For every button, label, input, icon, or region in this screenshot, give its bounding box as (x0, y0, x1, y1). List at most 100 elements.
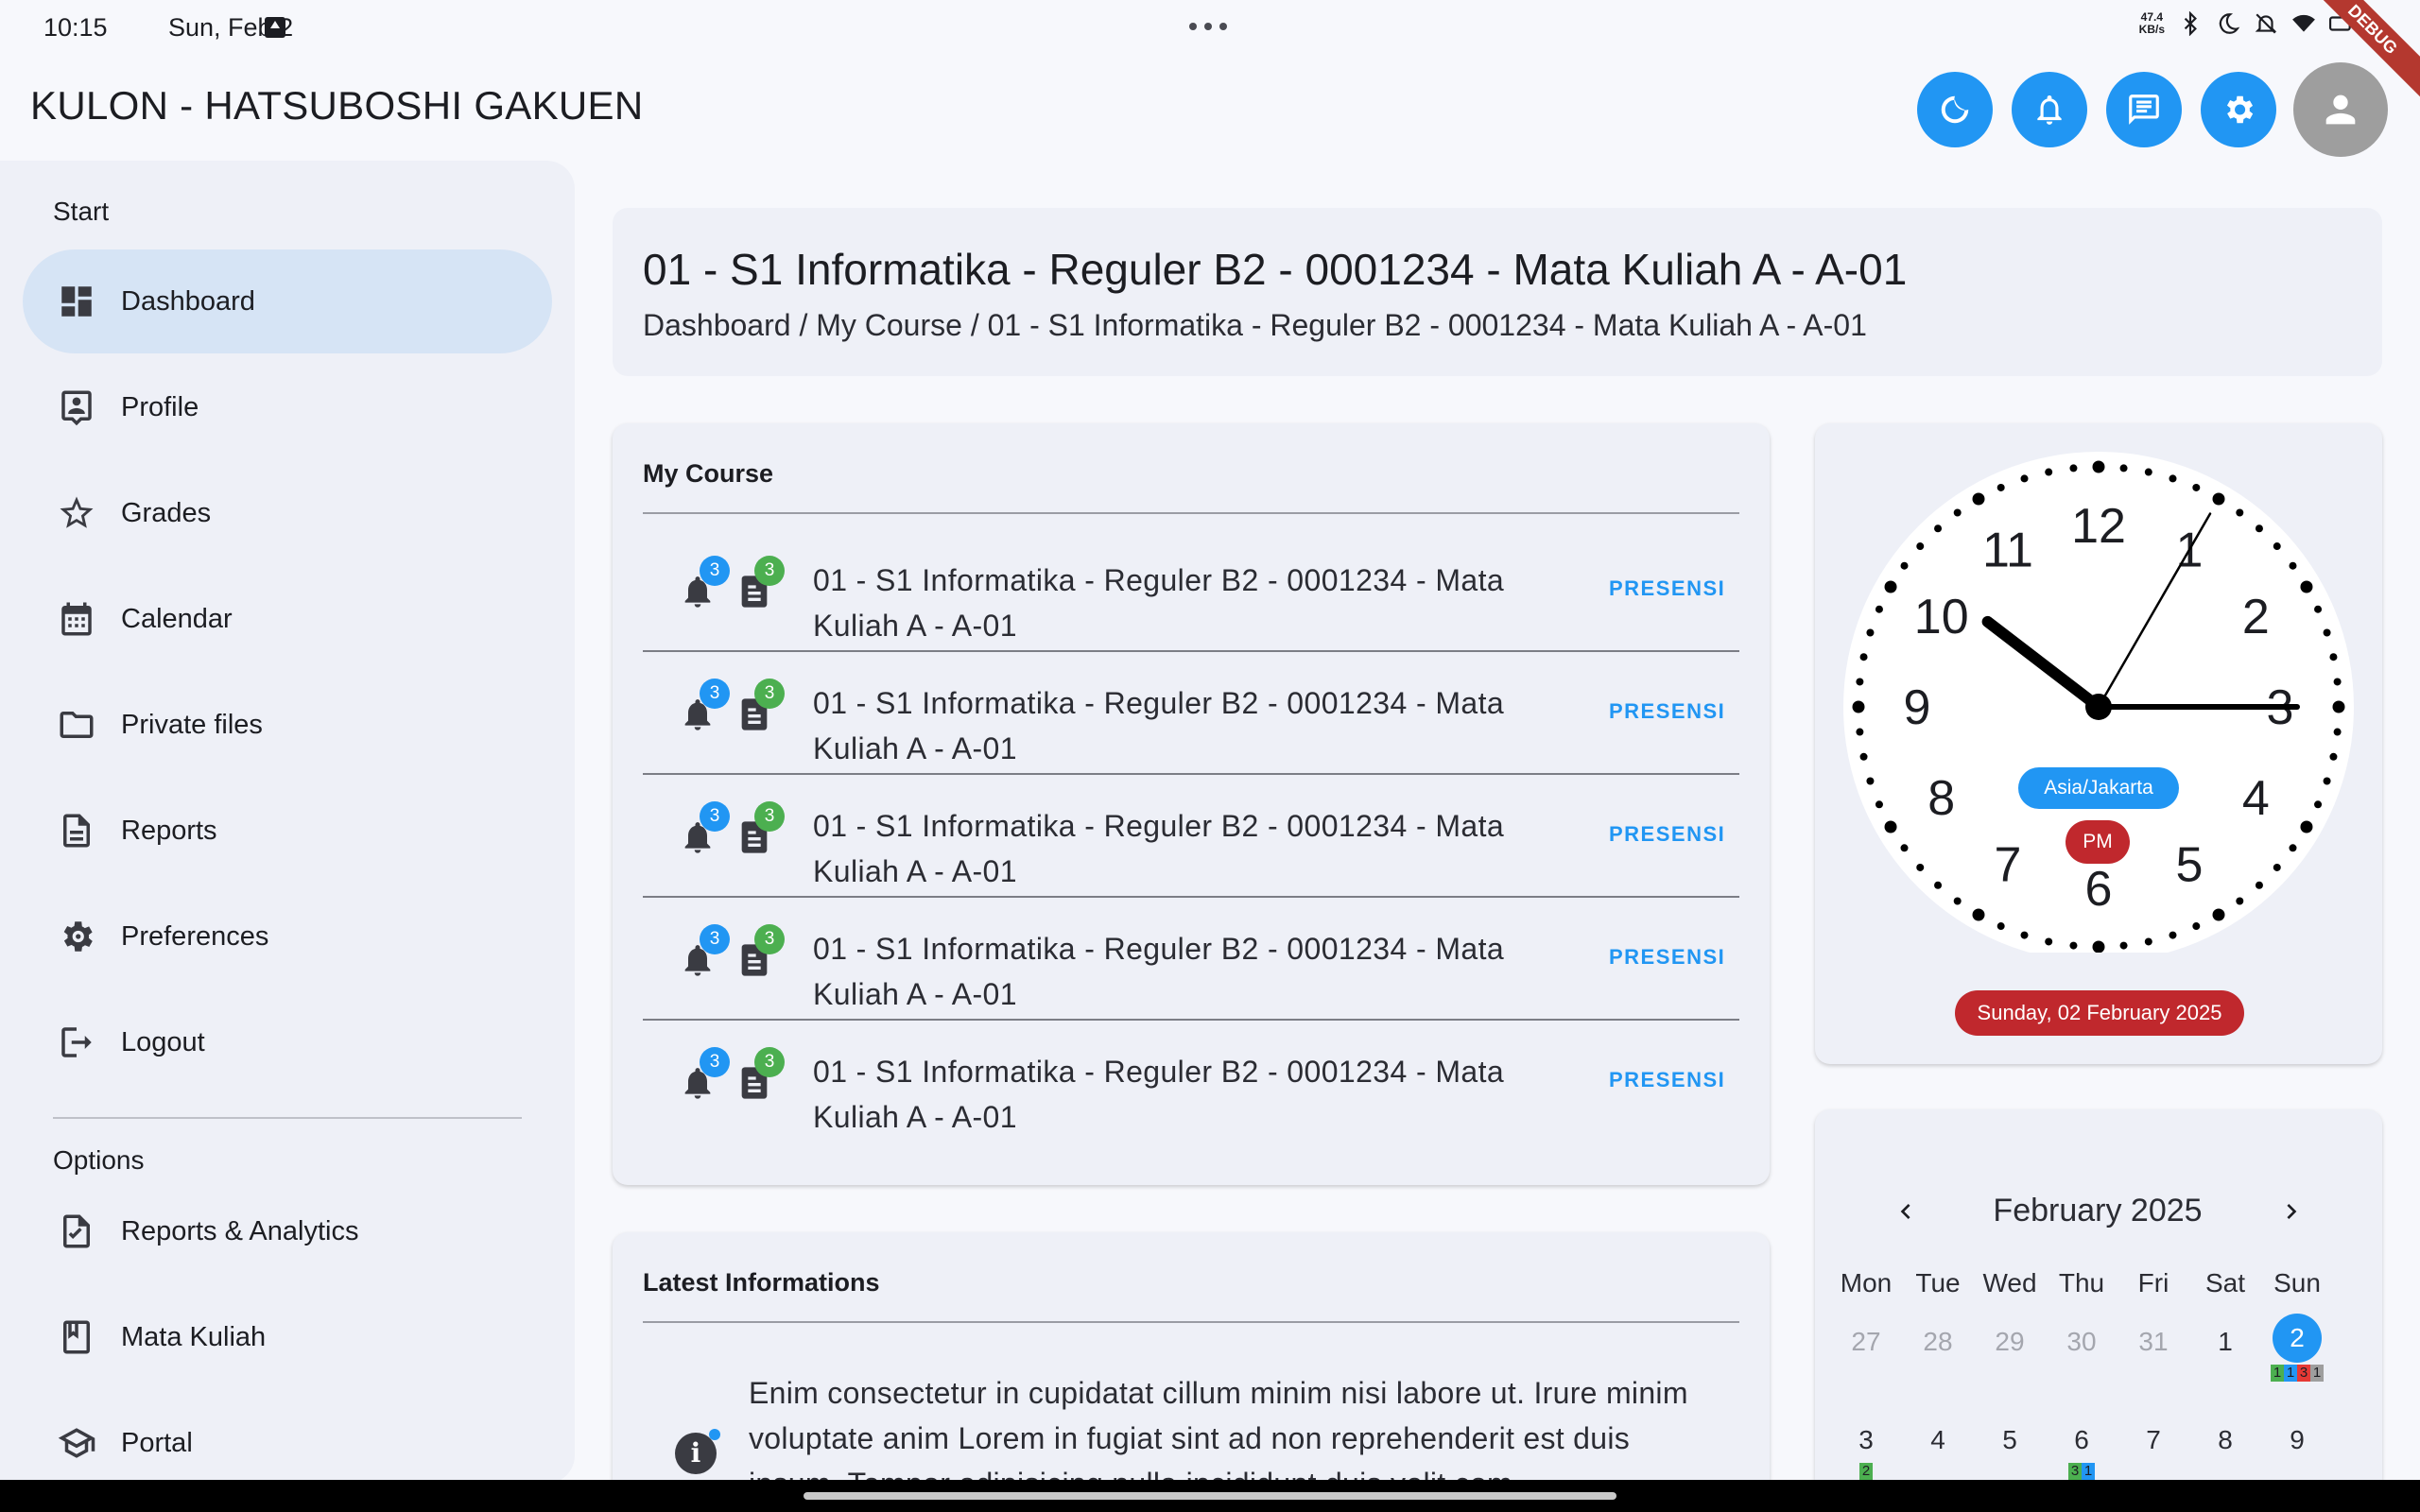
net-speed: 47.4 KB/s (2138, 10, 2165, 36)
calendar-day[interactable]: 30 (2053, 1327, 2110, 1357)
sidebar-section-start: Start (53, 197, 110, 226)
course-row[interactable]: 3 3 01 - S1 Informatika - Reguler B2 - 000… (643, 898, 1739, 1021)
clock-tick (1996, 483, 2005, 491)
more-dots-icon[interactable] (1189, 23, 1227, 30)
calendar-day[interactable]: 8 (2197, 1425, 2254, 1455)
settings-button[interactable] (2201, 72, 2276, 147)
clock-tick (1916, 542, 1925, 551)
clock-tick (1852, 700, 1865, 713)
sidebar-item-preferences[interactable]: Preferences (23, 885, 552, 988)
clock-tick (2236, 508, 2244, 517)
notification-count-badge: 3 (700, 679, 730, 709)
calendar-day[interactable]: 4 (1910, 1425, 1966, 1455)
calendar-day[interactable]: 6 (2053, 1425, 2110, 1455)
clock-number: 2 (2242, 590, 2270, 644)
calendar-day[interactable]: 28 (1910, 1327, 1966, 1357)
presensi-button[interactable]: PRESENSI (1609, 822, 1725, 847)
clock-tick (2236, 897, 2244, 905)
course-row[interactable]: 3 3 01 - S1 Informatika - Reguler B2 - 000… (643, 775, 1739, 898)
system-nav-bar (0, 1480, 2420, 1512)
presensi-button[interactable]: PRESENSI (1609, 1068, 1725, 1092)
clock-tick (1859, 752, 1868, 761)
course-row[interactable]: 3 3 01 - S1 Informatika - Reguler B2 - 000… (643, 1021, 1739, 1143)
sidebar-item-logout[interactable]: Logout (23, 990, 552, 1094)
course-name[interactable]: 01 - S1 Informatika - Reguler B2 - 00012… (813, 803, 1531, 894)
bluetooth-icon (2184, 11, 2197, 36)
calendar-day[interactable]: 9 (2269, 1425, 2325, 1455)
course-row[interactable]: 3 3 01 - S1 Informatika - Reguler B2 - 000… (643, 529, 1739, 652)
status-bar: 10:15 Sun, Feb 2 47.4 KB/s DEBUG (0, 0, 2420, 100)
calendar-today[interactable]: 2 (2273, 1314, 2322, 1363)
sidebar-item-reports[interactable]: Reports (23, 779, 552, 883)
calendar-event-marker: 1 (2284, 1365, 2297, 1382)
school-icon (58, 1428, 95, 1458)
course-name[interactable]: 01 - S1 Informatika - Reguler B2 - 00012… (813, 1049, 1531, 1140)
sidebar-item-reports-analytics[interactable]: Reports & Analytics (23, 1179, 552, 1283)
profile-icon (61, 390, 92, 426)
clock-tick (2273, 542, 2281, 551)
sidebar-item-calendar[interactable]: Calendar (23, 567, 552, 671)
sidebar-item-grades[interactable]: Grades (23, 461, 552, 565)
calendar-day[interactable]: 27 (1838, 1327, 1894, 1357)
folder-icon (60, 712, 94, 738)
chevron-right-icon[interactable] (2276, 1196, 2307, 1227)
clock-tick (2289, 561, 2297, 570)
calendar-day[interactable]: 5 (1981, 1425, 2038, 1455)
presensi-button[interactable]: PRESENSI (1609, 699, 1725, 724)
notifications-button[interactable] (2012, 72, 2087, 147)
sidebar-item-mata-kuliah[interactable]: Mata Kuliah (23, 1285, 552, 1389)
gear-icon (63, 921, 93, 952)
calendar-event-marker: 1 (2310, 1365, 2324, 1382)
notification-count-badge: 3 (700, 556, 730, 586)
dark-mode-button[interactable] (1917, 72, 1993, 147)
app-title: KULON - HATSUBOSHI GAKUEN (30, 83, 644, 128)
clock-tick (1875, 605, 1883, 613)
moon-icon (1941, 95, 1969, 124)
clock-tick (2069, 464, 2078, 472)
clock-number: 4 (2242, 771, 2270, 826)
account-avatar-button[interactable] (2293, 62, 2388, 157)
course-row[interactable]: 3 3 01 - S1 Informatika - Reguler B2 - 000… (643, 652, 1739, 775)
clock-number: 11 (1982, 524, 2033, 578)
sidebar-item-private-files[interactable]: Private files (23, 673, 552, 777)
info-item-text[interactable]: Enim consectetur in cupidatat cillum min… (749, 1370, 1694, 1480)
home-gesture-handle[interactable] (804, 1492, 1616, 1500)
bell-off-icon (2255, 13, 2277, 34)
calendar-day[interactable]: 3 (1838, 1425, 1894, 1455)
notification-count-badge: 3 (700, 924, 730, 954)
card-divider (643, 1321, 1739, 1323)
sidebar-item-profile[interactable]: Profile (23, 355, 552, 459)
clock-tick (2255, 881, 2263, 889)
sidebar-item-label: Mata Kuliah (121, 1321, 267, 1352)
clock-tick (1884, 820, 1897, 833)
course-name[interactable]: 01 - S1 Informatika - Reguler B2 - 00012… (813, 558, 1531, 648)
presensi-button[interactable]: PRESENSI (1609, 945, 1725, 970)
calendar-weekday: Tue (1915, 1268, 1961, 1297)
latest-info-card: Latest Informations i Enim consectetur i… (613, 1232, 1770, 1480)
clock-tick (2192, 922, 2201, 931)
calendar-day[interactable]: 1 (2197, 1327, 2254, 1357)
course-name[interactable]: 01 - S1 Informatika - Reguler B2 - 00012… (813, 680, 1531, 771)
page-header: 01 - S1 Informatika - Reguler B2 - 00012… (613, 208, 2382, 376)
clock-tick (1866, 777, 1875, 785)
clock-tick (2332, 700, 2345, 713)
sidebar-item-dashboard[interactable]: Dashboard (23, 249, 552, 353)
calendar-event-marker: 3 (2068, 1463, 2082, 1480)
clock-tick (1859, 653, 1868, 662)
clock-tick (2300, 820, 2313, 833)
dnd-moon-icon (2219, 13, 2240, 34)
course-name[interactable]: 01 - S1 Informatika - Reguler B2 - 00012… (813, 926, 1531, 1017)
calendar-day[interactable]: 7 (2125, 1425, 2182, 1455)
calendar-day[interactable]: 29 (1981, 1327, 2038, 1357)
messages-button[interactable] (2106, 72, 2182, 147)
clock-tick (2329, 752, 2338, 761)
calendar-day[interactable]: 31 (2125, 1327, 2182, 1357)
clock-tick (2092, 940, 2105, 953)
presensi-button[interactable]: PRESENSI (1609, 576, 1725, 601)
clock-tick (2169, 931, 2177, 939)
date-badge: Sunday, 02 February 2025 (1955, 990, 2244, 1036)
clock-number: 7 (1995, 837, 2022, 892)
clock-tick (2144, 468, 2152, 476)
sidebar-item-label: Preferences (121, 920, 269, 952)
my-course-title: My Course (643, 459, 774, 488)
